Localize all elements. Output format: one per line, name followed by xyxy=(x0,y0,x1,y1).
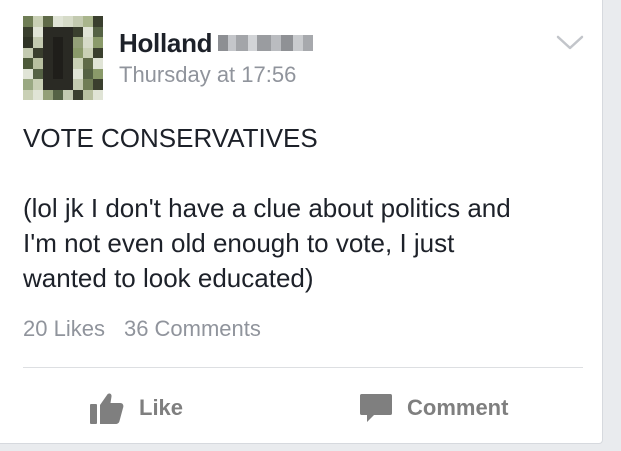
comments-count[interactable]: 36 Comments xyxy=(124,316,261,342)
avatar[interactable] xyxy=(23,16,103,100)
like-label: Like xyxy=(139,395,184,420)
like-button[interactable]: Like xyxy=(89,388,183,428)
chevron-down-icon[interactable] xyxy=(556,32,584,52)
post-card: Holland Thursday at 17:56 VOTE CONSERVAT… xyxy=(0,0,603,444)
comment-button[interactable]: Comment xyxy=(359,388,508,428)
post-text-line: (lol jk I don't have a clue about politi… xyxy=(23,193,511,223)
post-stats: 20 Likes 36 Comments xyxy=(23,316,261,342)
post-timestamp[interactable]: Thursday at 17:56 xyxy=(119,62,296,88)
post-text-line: VOTE CONSERVATIVES xyxy=(23,123,318,153)
speech-bubble-icon xyxy=(360,394,392,422)
post-body: VOTE CONSERVATIVES (lol jk I don't have … xyxy=(23,121,583,296)
thumbs-up-icon xyxy=(90,393,124,424)
post-text-line: wanted to look educated) xyxy=(23,263,314,293)
divider xyxy=(23,367,583,368)
post-text-line: I'm not even old enough to vote, I just xyxy=(23,228,455,258)
author-row: Holland xyxy=(119,27,314,59)
author-name[interactable]: Holland xyxy=(119,28,213,59)
likes-count[interactable]: 20 Likes xyxy=(23,316,105,342)
comment-label: Comment xyxy=(407,395,509,420)
redacted-surname xyxy=(218,34,314,52)
